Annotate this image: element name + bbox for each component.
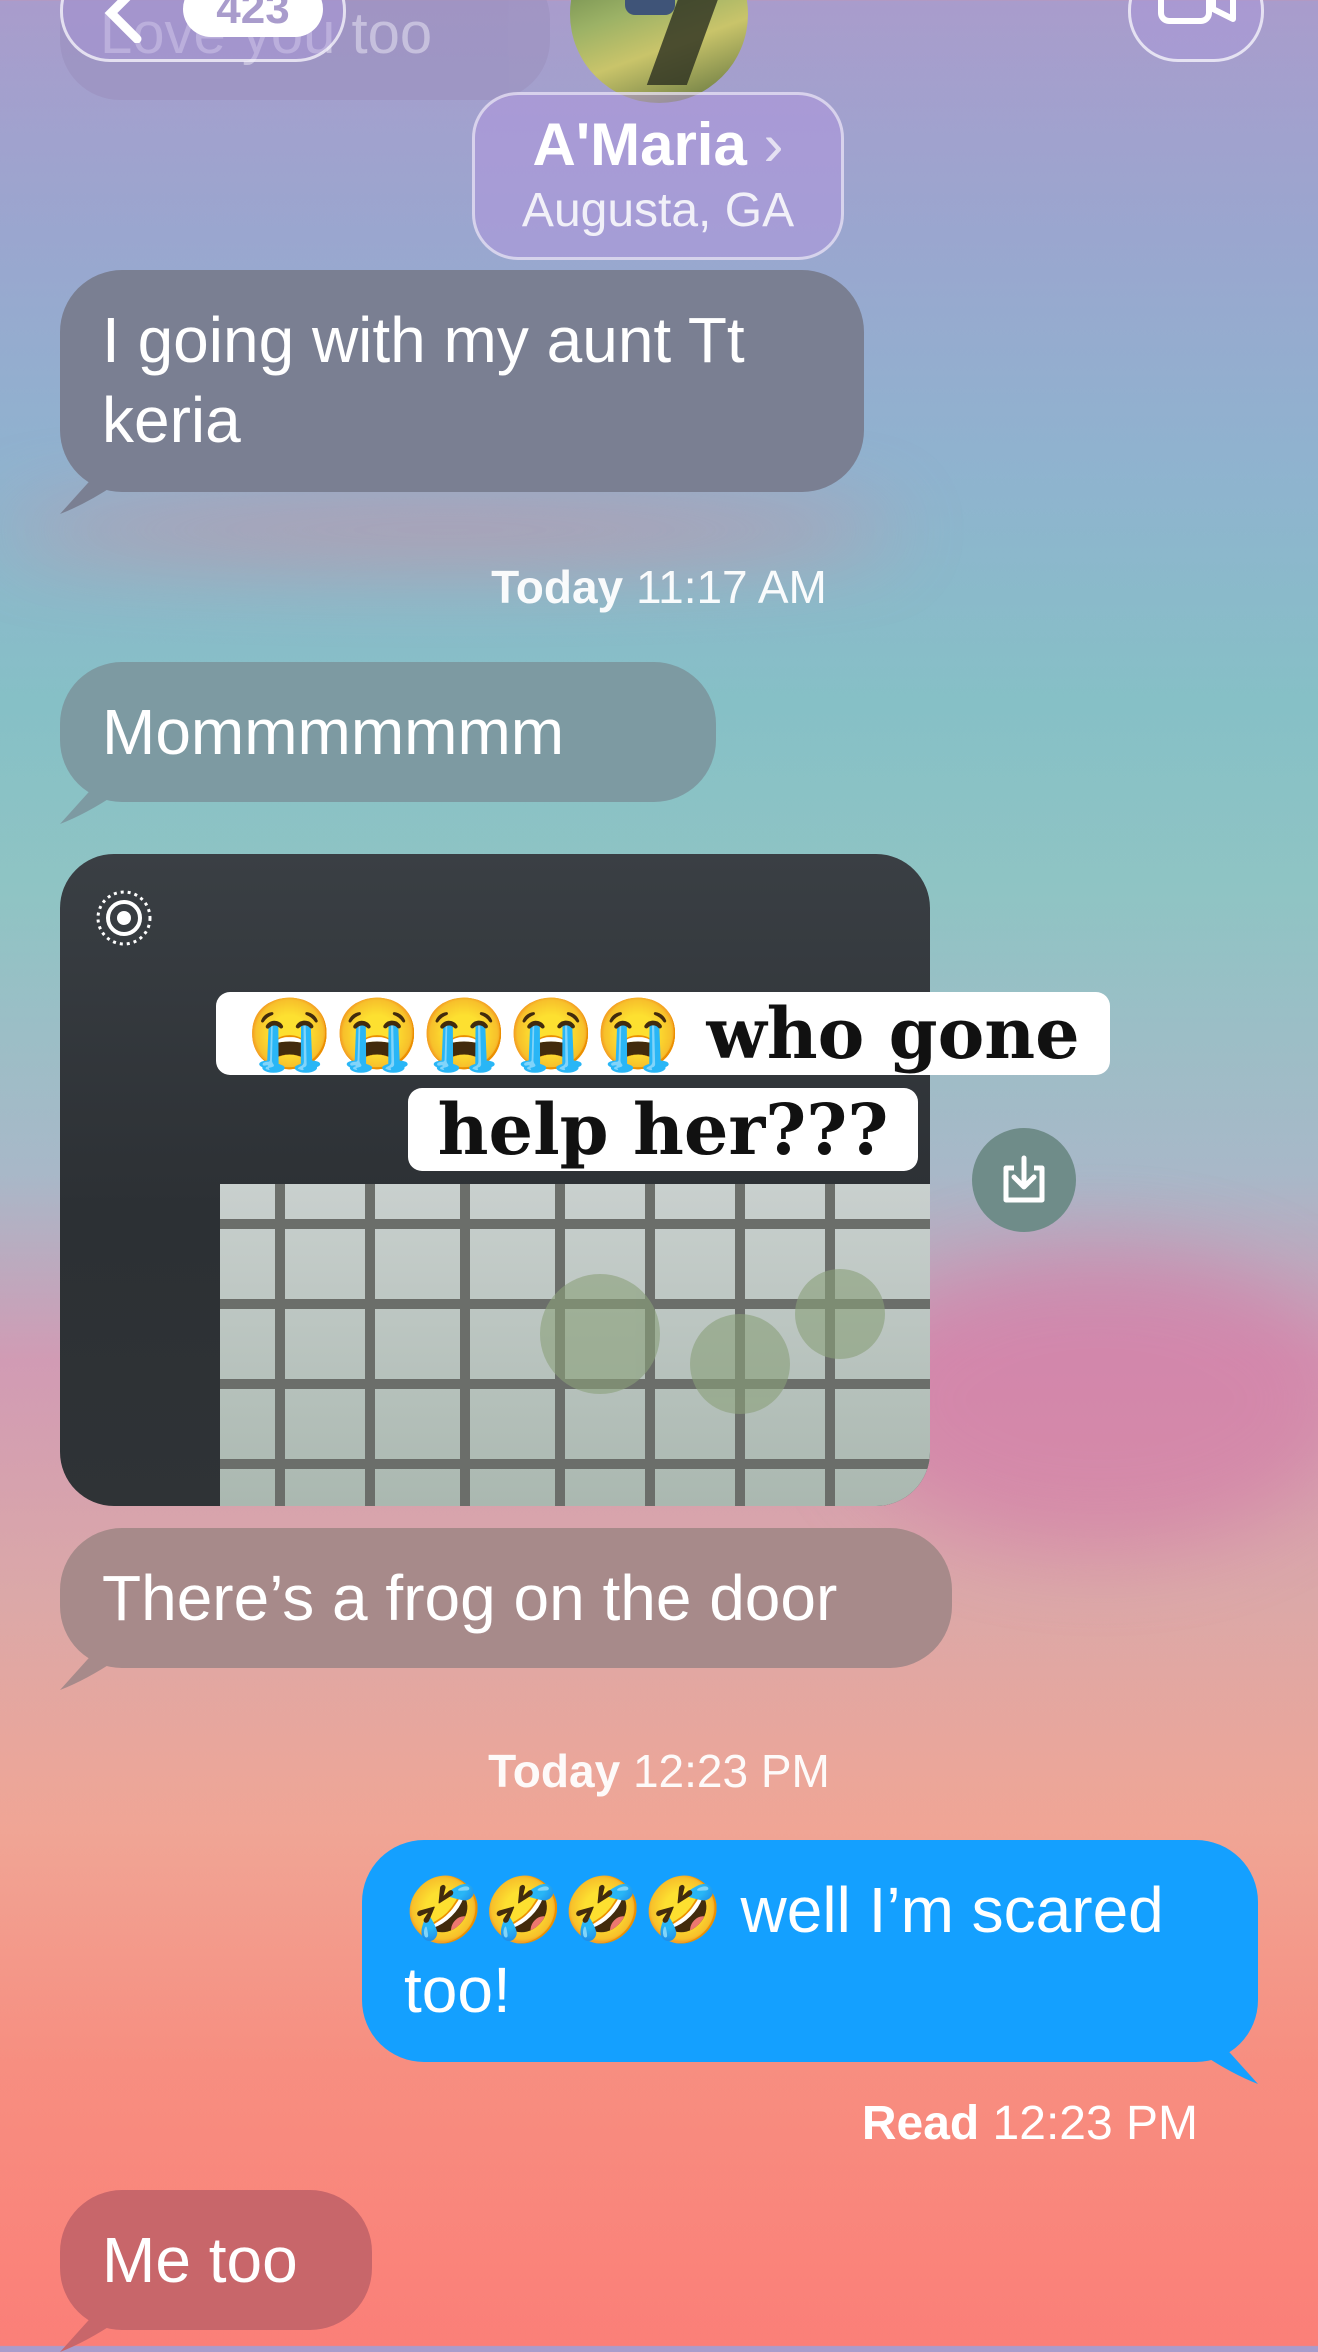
contact-location: Augusta, GA: [521, 184, 795, 237]
bubble-tail: [60, 1650, 116, 1690]
avatar[interactable]: [570, 0, 748, 103]
incoming-message-bubble[interactable]: Me too: [60, 2190, 372, 2352]
unread-badge: 423: [183, 0, 323, 37]
bubble-tail: [60, 474, 116, 514]
save-photo-button[interactable]: [972, 1128, 1076, 1232]
facetime-button[interactable]: [1128, 0, 1264, 62]
avatar-figure: [625, 0, 675, 15]
contact-chevron: ›: [763, 111, 784, 178]
contact-name-row: A'Maria ›: [475, 109, 841, 181]
timestamp-day: Today: [491, 561, 624, 613]
bubble-tail: [60, 784, 116, 824]
bubble-tail: [1202, 2044, 1258, 2084]
video-camera-icon: [1158, 0, 1236, 24]
read-label: Read: [861, 2097, 980, 2150]
read-receipt: Read 12:23 PM: [862, 2096, 1198, 2151]
message-text: Me too: [102, 2224, 298, 2296]
background-glow: [0, 500, 900, 560]
outgoing-message-bubble[interactable]: 🤣🤣🤣🤣 well I’m scared too!: [362, 1840, 1258, 2084]
message-text: There’s a frog on the door: [102, 1562, 838, 1634]
message-text: 🤣🤣🤣🤣 well I’m scared too!: [404, 1874, 1164, 2026]
live-photo-icon: [96, 890, 152, 946]
download-icon: [1003, 1155, 1045, 1203]
bubble-tail: [60, 2312, 116, 2352]
message-text: I going with my aunt Tt keria: [102, 304, 745, 456]
message-text: Mommmmmmm: [102, 696, 565, 768]
incoming-message-bubble[interactable]: Mommmmmmm: [60, 662, 716, 824]
incoming-message-bubble[interactable]: I going with my aunt Tt keria: [60, 270, 864, 514]
photo-window-bars: [220, 1184, 930, 1506]
contact-name-button[interactable]: A'Maria › Augusta, GA: [472, 92, 844, 260]
photo-message[interactable]: [60, 854, 930, 1506]
contact-name: A'Maria: [532, 111, 747, 178]
timestamp-day: Today: [488, 1745, 621, 1797]
timestamp: Today 12:23 PM: [0, 1744, 1318, 1798]
chevron-left-icon: [104, 0, 142, 43]
unread-count: 423: [216, 0, 290, 33]
incoming-message-bubble[interactable]: There’s a frog on the door: [60, 1528, 952, 1690]
back-button[interactable]: 423: [60, 0, 346, 62]
timestamp-time: 11:17 AM: [635, 561, 827, 613]
timestamp-time: 12:23 PM: [632, 1745, 830, 1797]
timestamp: Today 11:17 AM: [0, 560, 1318, 614]
photo-caption-text: 😭😭😭😭😭 who gone help her???: [216, 992, 1110, 1171]
read-time: 12:23 PM: [992, 2097, 1198, 2150]
